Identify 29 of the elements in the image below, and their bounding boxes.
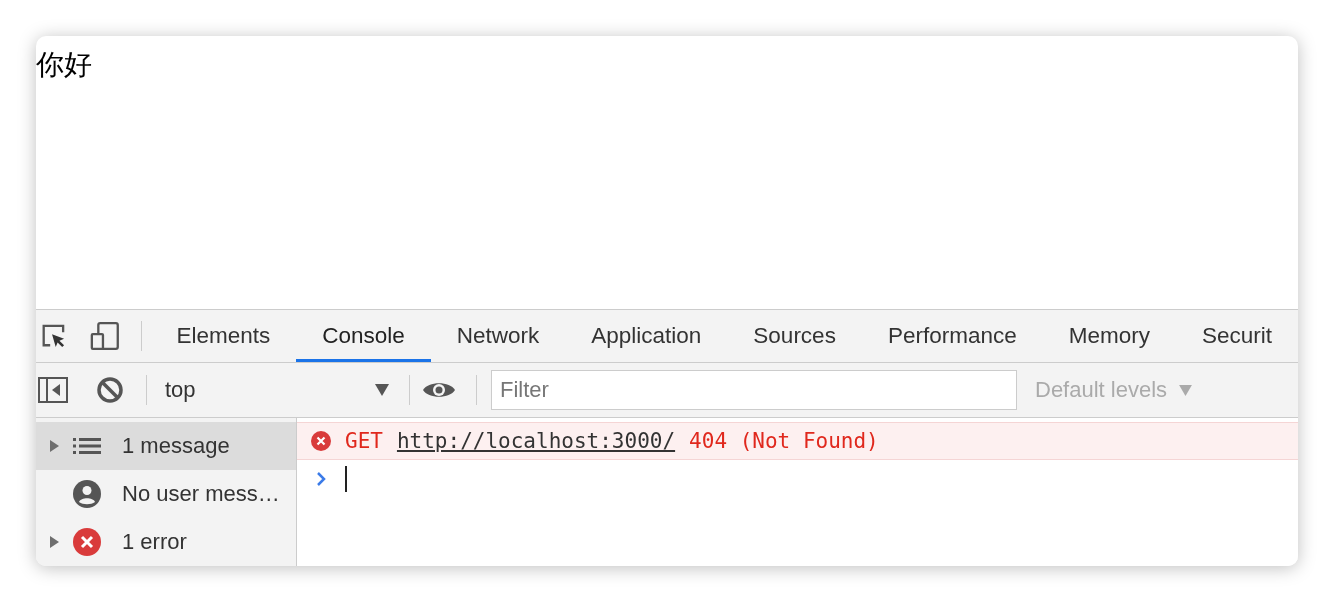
devtools-tab[interactable]: Elements [150, 310, 297, 362]
message-text: GET [345, 429, 383, 453]
context-dropdown[interactable]: top [147, 370, 401, 410]
sidebar-item[interactable]: No user mess… [36, 470, 296, 518]
expand-arrow-icon[interactable] [49, 536, 59, 548]
devtools-tab[interactable]: Memory [1042, 310, 1176, 362]
devtools-tab[interactable]: Application [565, 310, 728, 362]
devtools-tab[interactable]: Network [430, 310, 566, 362]
error-icon [73, 528, 101, 556]
caret-icon [1179, 384, 1193, 396]
filter-field[interactable]: Filter [491, 370, 1017, 410]
sidebar-toggle-icon[interactable] [38, 377, 68, 403]
prompt-icon [316, 471, 326, 487]
sidebar-item[interactable]: 1 error [36, 518, 296, 566]
list-icon [73, 437, 101, 455]
devtools-tab[interactable]: Securit [1175, 310, 1298, 362]
expand-arrow-icon[interactable] [49, 440, 59, 452]
clear-console-icon[interactable] [96, 376, 124, 404]
devtools-tab[interactable]: Sources [727, 310, 862, 362]
user-icon [73, 480, 101, 508]
message-text: 404 (Not Found) [689, 429, 879, 453]
device-icon[interactable] [89, 320, 120, 352]
devtools-tab[interactable]: Console [296, 310, 431, 362]
url-link[interactable]: http://localhost:3000/ [396, 429, 676, 453]
caret-icon [375, 384, 389, 396]
page-text: 你好 [36, 48, 92, 81]
error-icon [311, 431, 331, 451]
devtools-tab[interactable]: Performance [861, 310, 1043, 362]
sidebar-item[interactable]: 1 message [36, 422, 296, 470]
